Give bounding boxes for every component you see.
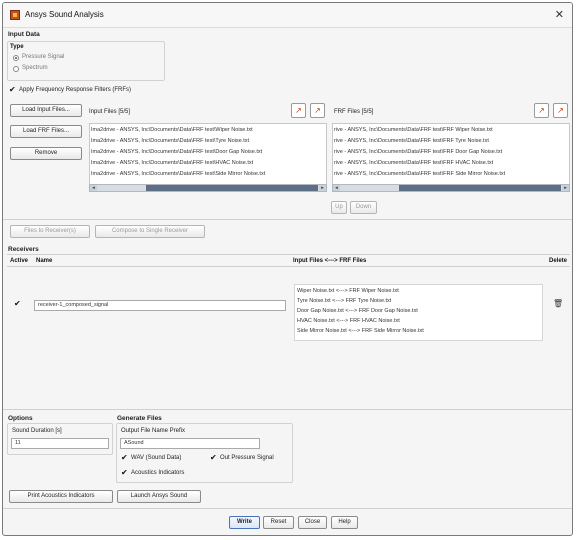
divider <box>7 266 570 267</box>
wav-checkbox[interactable]: ✔ <box>121 454 128 462</box>
remove-frf-file-icon[interactable]: ↗ <box>553 103 568 118</box>
print-acoustics-button[interactable]: Print Acoustics Indicators <box>9 490 113 503</box>
input-files-label: Input Files [5/5] <box>89 109 131 115</box>
col-active: Active <box>10 258 29 264</box>
app-icon <box>10 10 20 20</box>
generate-files-heading: Generate Files <box>117 415 162 422</box>
close-button[interactable]: Close <box>298 516 327 529</box>
file-pair-item: HVAC Noise.txt <---> FRF HVAC Noise.txt <box>297 318 400 324</box>
receiver-name-field[interactable]: receiver-1_composed_signal <box>34 300 286 311</box>
receiver-active-checkbox[interactable]: ✔ <box>14 300 21 308</box>
sound-duration-field[interactable]: 11 <box>11 438 109 449</box>
delete-receiver-icon[interactable]: 🗑 <box>553 299 563 308</box>
input-file-item[interactable]: Ima2drive - ANSYS, Inc\Documents\Data\FR… <box>91 160 325 166</box>
file-pair-item: Tyre Noise.txt <---> FRF Tyre Noise.txt <box>297 298 392 304</box>
input-files-scrollbar[interactable]: ◂ ▸ <box>89 184 327 192</box>
input-file-item[interactable]: Ima2drive - ANSYS, Inc\Documents\Data\FR… <box>91 171 325 177</box>
scrollbar-thumb[interactable] <box>399 185 561 191</box>
col-delete: Delete <box>549 258 568 264</box>
col-files: Input Files <---> FRF Files <box>293 258 367 264</box>
file-pair-item: Side Mirror Noise.txt <---> FRF Side Mir… <box>297 328 424 334</box>
reset-button[interactable]: Reset <box>263 516 294 529</box>
frf-files-scrollbar[interactable]: ◂ ▸ <box>332 184 570 192</box>
prefix-field[interactable]: ASound <box>120 438 260 449</box>
add-input-file-icon[interactable]: ↗ <box>291 103 306 118</box>
apply-frf-checkbox[interactable]: ✔ <box>9 86 16 94</box>
write-button[interactable]: Write <box>229 516 260 529</box>
scroll-right-icon[interactable]: ▸ <box>319 185 326 191</box>
help-button[interactable]: Help <box>331 516 358 529</box>
input-file-item[interactable]: Ima2drive - ANSYS, Inc\Documents\Data\FR… <box>91 138 325 144</box>
wav-label: WAV (Sound Data) <box>131 455 182 461</box>
type-group <box>7 41 165 81</box>
files-to-receivers-button[interactable]: Files to Receiver(s) <box>10 225 90 238</box>
remove-input-file-icon[interactable]: ↗ <box>310 103 325 118</box>
out-pressure-label: Out Pressure Signal <box>220 455 274 461</box>
frf-files-label: FRF Files [5/5] <box>334 109 374 115</box>
close-icon[interactable]: ✕ <box>555 8 564 21</box>
input-file-item[interactable]: Ima2drive - ANSYS, Inc\Documents\Data\FR… <box>91 127 325 133</box>
divider <box>3 409 572 410</box>
file-pair-item: Wiper Noise.txt <---> FRF Wiper Noise.tx… <box>297 288 399 294</box>
acoustics-checkbox[interactable]: ✔ <box>121 469 128 477</box>
load-frf-files-button[interactable]: Load FRF Files... <box>10 125 82 138</box>
remove-button[interactable]: Remove <box>10 147 82 160</box>
type-label: Type <box>10 44 24 50</box>
pressure-signal-radio[interactable] <box>13 55 19 61</box>
divider <box>7 254 570 255</box>
up-button[interactable]: Up <box>331 201 347 214</box>
acoustics-label: Acoustics Indicators <box>131 470 185 476</box>
pressure-signal-label: Pressure Signal <box>22 54 65 60</box>
prefix-label: Output File Name Prefix <box>121 428 186 434</box>
sound-analysis-dialog: Ansys Sound Analysis ✕ Input Data Type P… <box>2 2 573 536</box>
frf-file-item[interactable]: rive - ANSYS, Inc\Documents\Data\FRF tes… <box>334 160 568 166</box>
down-button[interactable]: Down <box>350 201 377 214</box>
sound-duration-label: Sound Duration [s] <box>12 428 62 434</box>
scroll-right-icon[interactable]: ▸ <box>562 185 569 191</box>
frf-file-item[interactable]: rive - ANSYS, Inc\Documents\Data\FRF tes… <box>334 138 568 144</box>
divider <box>3 219 572 220</box>
frf-file-item[interactable]: rive - ANSYS, Inc\Documents\Data\FRF tes… <box>334 127 568 133</box>
load-input-files-button[interactable]: Load Input Files... <box>10 104 82 117</box>
receivers-heading: Receivers <box>8 246 39 253</box>
compose-single-receiver-button[interactable]: Compose to Single Receiver <box>95 225 205 238</box>
options-heading: Options <box>8 415 33 422</box>
frf-file-item[interactable]: rive - ANSYS, Inc\Documents\Data\FRF tes… <box>334 149 568 155</box>
scroll-left-icon[interactable]: ◂ <box>333 185 340 191</box>
scrollbar-thumb[interactable] <box>146 185 318 191</box>
col-name: Name <box>36 258 53 264</box>
launch-ansys-sound-button[interactable]: Launch Ansys Sound <box>117 490 201 503</box>
out-pressure-checkbox[interactable]: ✔ <box>210 454 217 462</box>
window-title: Ansys Sound Analysis <box>25 10 104 19</box>
spectrum-radio[interactable] <box>13 66 19 72</box>
scroll-left-icon[interactable]: ◂ <box>90 185 97 191</box>
file-pair-item: Door Gap Noise.txt <---> FRF Door Gap No… <box>297 308 418 314</box>
input-file-item[interactable]: Ima2drive - ANSYS, Inc\Documents\Data\FR… <box>91 149 325 155</box>
add-frf-file-icon[interactable]: ↗ <box>534 103 549 118</box>
divider <box>3 508 572 509</box>
spectrum-label: Spectrum <box>22 65 48 71</box>
apply-frf-label: Apply Frequency Response Filters (FRFs) <box>19 87 132 93</box>
input-data-heading: Input Data <box>8 31 40 38</box>
title-bar: Ansys Sound Analysis ✕ <box>3 3 572 28</box>
frf-file-item[interactable]: rive - ANSYS, Inc\Documents\Data\FRF tes… <box>334 171 568 177</box>
